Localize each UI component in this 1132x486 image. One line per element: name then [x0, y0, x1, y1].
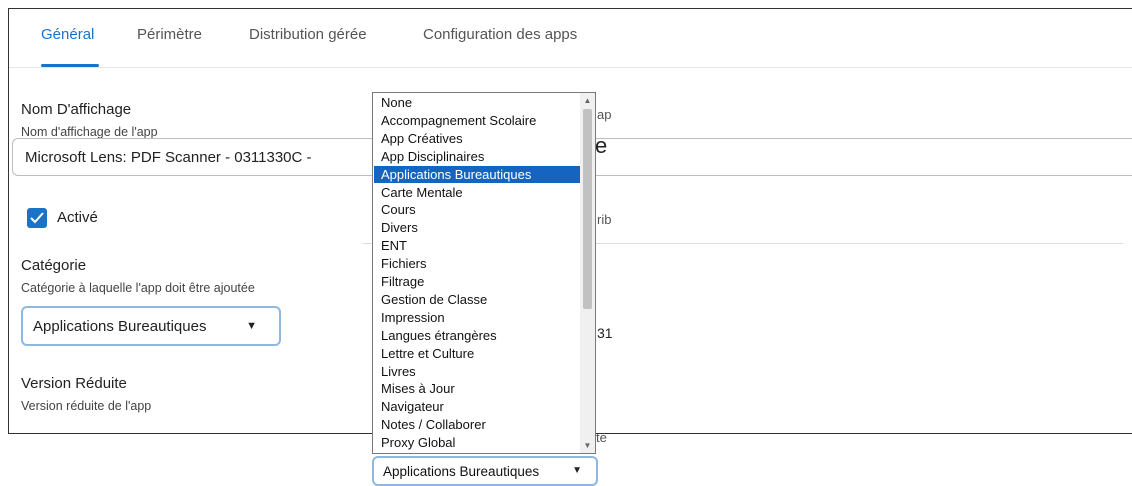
tab-configuration-apps[interactable]: Configuration des apps: [423, 26, 577, 43]
dropdown-option[interactable]: Lettre et Culture: [374, 345, 580, 362]
dropdown-select-value: Applications Bureautiques: [383, 464, 540, 479]
display-name-help: Nom d'affichage de l'app: [21, 125, 158, 139]
category-select-value: Applications Bureautiques: [33, 318, 207, 335]
dropdown-option[interactable]: Carte Mentale: [374, 184, 580, 201]
dropdown-option[interactable]: Livres: [374, 363, 580, 380]
dropdown-option[interactable]: Mises à Jour: [374, 380, 580, 397]
scroll-up-icon[interactable]: ▲: [580, 93, 595, 108]
caret-down-icon: ▼: [572, 465, 582, 476]
dropdown-option[interactable]: Langues étrangères: [374, 327, 580, 344]
short-version-help: Version réduite de l'app: [21, 399, 152, 413]
enabled-checkbox[interactable]: [27, 208, 47, 228]
partial-text-mid: rib: [597, 212, 612, 227]
dropdown-select-field[interactable]: Applications Bureautiques ▼: [372, 456, 598, 486]
dropdown-option[interactable]: Filtrage: [374, 273, 580, 290]
display-name-label: Nom D'affichage: [21, 101, 132, 118]
tab-distribution-geree[interactable]: Distribution gérée: [249, 26, 367, 43]
dropdown-option[interactable]: Notes / Collaborer: [374, 416, 580, 433]
dropdown-option[interactable]: Applications Bureautiques: [374, 165, 580, 183]
short-version-label: Version Réduite: [21, 375, 127, 392]
category-label: Catégorie: [21, 257, 87, 274]
partial-text-number: 31: [597, 325, 613, 341]
dropdown-option[interactable]: Navigateur: [374, 398, 580, 415]
dropdown-scrollbar[interactable]: ▲ ▼: [580, 93, 595, 453]
tab-general[interactable]: Général: [41, 26, 94, 43]
tab-perimetre[interactable]: Périmètre: [137, 26, 202, 43]
dropdown-option[interactable]: Impression: [374, 309, 580, 326]
tab-bar: Général Périmètre Distribution gérée Con…: [9, 9, 1132, 68]
scroll-down-icon[interactable]: ▼: [580, 438, 595, 453]
dropdown-option[interactable]: App Disciplinaires: [374, 148, 580, 165]
caret-down-icon: ▼: [246, 320, 257, 332]
display-name-value: Microsoft Lens: PDF Scanner - 0311330C -: [25, 149, 312, 166]
scrollbar-thumb[interactable]: [583, 109, 592, 309]
category-dropdown-list[interactable]: None Accompagnement Scolaire App Créatives…: [372, 92, 596, 454]
dropdown-option[interactable]: App Créatives: [374, 130, 580, 147]
dropdown-option[interactable]: Fichiers: [374, 255, 580, 272]
active-tab-indicator: [41, 64, 99, 67]
partial-text-bottom: te: [596, 430, 607, 445]
enabled-label: Activé: [57, 209, 98, 226]
category-select[interactable]: Applications Bureautiques ▼: [21, 306, 281, 346]
partial-text-top: ap: [597, 107, 612, 122]
dropdown-option[interactable]: Divers: [374, 219, 580, 236]
dropdown-option[interactable]: Proxy Global: [374, 434, 580, 451]
checkmark-icon: [30, 212, 44, 224]
dropdown-option[interactable]: Accompagnement Scolaire: [374, 112, 580, 129]
dropdown-option[interactable]: Cours: [374, 201, 580, 218]
dropdown-option[interactable]: ENT: [374, 237, 580, 254]
dropdown-option[interactable]: None: [374, 94, 580, 111]
category-help: Catégorie à laquelle l'app doit être ajo…: [21, 281, 255, 295]
dropdown-option[interactable]: Gestion de Classe: [374, 291, 580, 308]
